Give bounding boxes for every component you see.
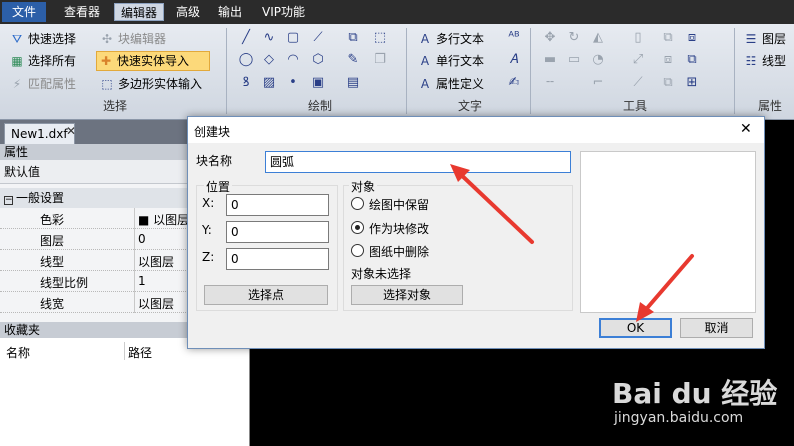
watermark-brand: Bai du 经验 [612, 377, 778, 410]
arrow-to-ok [636, 254, 694, 322]
arrow-to-block-name [450, 164, 534, 244]
baidu-watermark: Bai du 经验 jingyan.baidu.com [612, 372, 782, 432]
watermark-url: jingyan.baidu.com [614, 410, 744, 426]
